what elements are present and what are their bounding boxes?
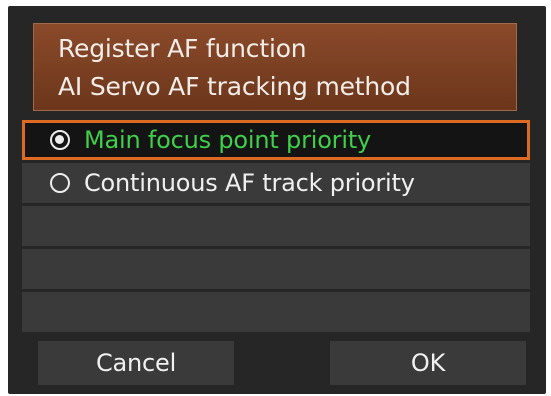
radio-unselected-icon[interactable]	[50, 173, 70, 193]
menu-header: Register AF function AI Servo AF trackin…	[33, 23, 517, 111]
option-main-focus-point-priority[interactable]: Main focus point priority	[22, 120, 530, 160]
header-subtitle: AI Servo AF tracking method	[58, 72, 411, 101]
option-label: Main focus point priority	[84, 126, 372, 154]
ok-button[interactable]: OK	[330, 341, 526, 385]
cancel-button[interactable]: Cancel	[38, 341, 234, 385]
empty-row	[22, 249, 530, 289]
option-continuous-af-track-priority[interactable]: Continuous AF track priority	[22, 163, 530, 203]
option-list: Main focus point priority Continuous AF …	[22, 120, 530, 335]
option-label: Continuous AF track priority	[84, 169, 415, 197]
empty-row	[22, 206, 530, 246]
radio-dot-icon	[55, 135, 64, 144]
radio-selected-icon[interactable]	[50, 130, 70, 150]
empty-row	[22, 292, 530, 332]
header-title: Register AF function	[58, 34, 307, 63]
